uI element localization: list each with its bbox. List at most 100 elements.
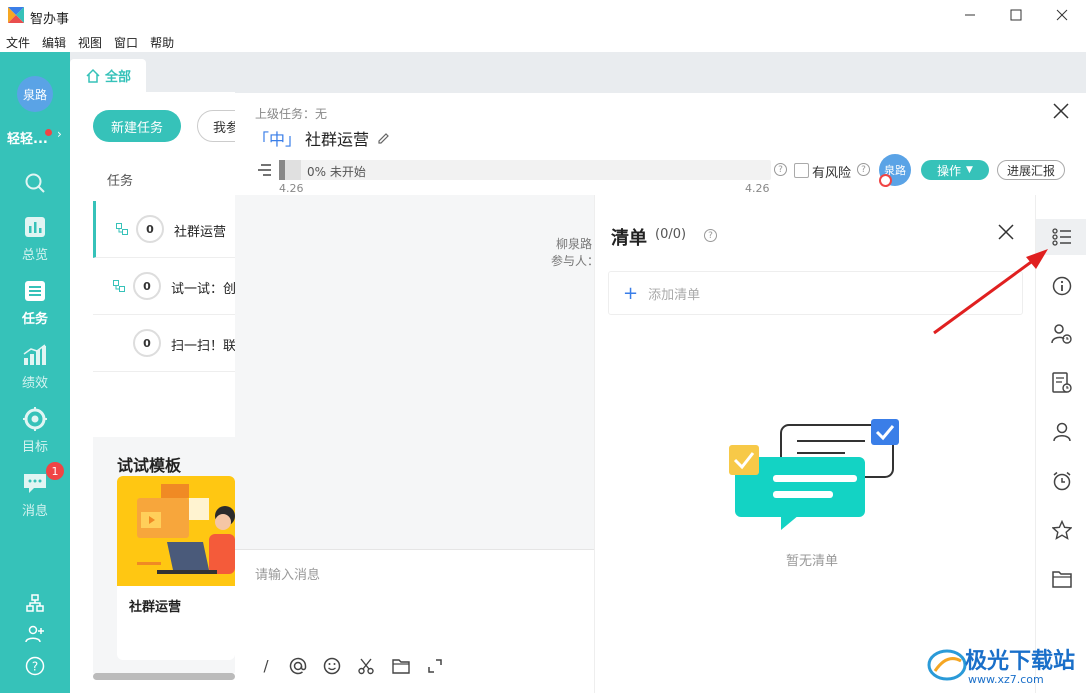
menu-edit[interactable]: 编辑 (42, 34, 66, 51)
task-status-circle[interactable]: 0 (133, 329, 161, 357)
template-section-title: 试试模板 (117, 456, 182, 475)
progress-text: 0% 未开始 (307, 165, 366, 179)
new-task-button[interactable]: 新建任务 (93, 110, 181, 142)
username[interactable]: 轻轻... (7, 128, 48, 147)
sidebar-member-button[interactable] (1036, 414, 1086, 450)
subtask-icon (116, 223, 128, 235)
org-chart-icon[interactable] (24, 592, 46, 614)
nav-performance-label: 绩效 (21, 376, 48, 391)
task-detail-title: 「中」 社群运营 (253, 126, 390, 150)
checklist-help-icon[interactable]: ? (704, 229, 717, 242)
list-icon (22, 278, 48, 304)
nav-messages[interactable]: 消息 1 (0, 462, 70, 519)
risk-label: 有风险 (812, 166, 852, 181)
parent-task-label: 上级任务：无 (255, 107, 328, 121)
task-name[interactable]: 社群运营 (305, 126, 369, 150)
operations-button[interactable]: 操作 ▼ (921, 160, 989, 180)
folder-icon[interactable] (390, 655, 412, 677)
progress-report-button[interactable]: 进展汇报 (997, 160, 1065, 180)
sidebar-reminder-button[interactable] (1036, 463, 1086, 499)
slash-command-icon[interactable]: / (255, 655, 277, 677)
menu-help[interactable]: 帮助 (150, 34, 174, 51)
end-date[interactable]: 4.26 (745, 182, 770, 195)
menu-window[interactable]: 窗口 (114, 34, 138, 51)
star-icon (1051, 520, 1072, 540)
progress-help-icon[interactable]: ? (774, 163, 787, 176)
priority-label[interactable]: 「中」 (253, 126, 301, 150)
template-card-name: 社群运营 (129, 600, 182, 615)
task-row[interactable]: 0 试一试：创 (93, 258, 236, 315)
close-icon (998, 224, 1014, 240)
empty-checklist-illustration (729, 419, 899, 530)
mention-icon[interactable] (287, 655, 309, 677)
template-illustration (117, 476, 235, 586)
menu-view[interactable]: 视图 (78, 34, 102, 51)
start-date[interactable]: 4.26 (279, 182, 304, 195)
annotation-arrow (933, 249, 1048, 335)
message-input[interactable]: 请输入消息 (255, 564, 320, 583)
template-card[interactable]: 社群运营 (117, 476, 235, 660)
chart-icon (22, 214, 48, 240)
bar-growth-icon (22, 342, 48, 368)
horizontal-scrollbar[interactable] (93, 673, 235, 680)
nav-performance[interactable]: 绩效 (0, 342, 70, 391)
expand-icon[interactable] (424, 655, 446, 677)
sidebar-log-button[interactable] (1036, 365, 1086, 401)
progress-sort-icon[interactable] (257, 163, 273, 177)
add-checklist-placeholder: 添加清单 (648, 287, 701, 303)
scissors-icon[interactable] (355, 655, 377, 677)
close-detail-button[interactable] (1049, 99, 1073, 123)
nav-overview-label: 总览 (21, 248, 48, 263)
info-icon (1052, 276, 1071, 296)
participant-line: 参与人： (551, 254, 600, 268)
risk-help-icon[interactable]: ? (857, 163, 870, 176)
task-row[interactable]: 0 扫一扫！联 (93, 315, 236, 372)
chevron-right-icon[interactable]: › (57, 127, 62, 141)
add-user-icon[interactable] (24, 623, 46, 645)
tab-all-label: 全部 (104, 70, 131, 85)
task-status-circle[interactable]: 0 (136, 215, 164, 243)
close-window-button[interactable] (1039, 0, 1085, 30)
checklist-count: (0/0) (655, 227, 687, 242)
avatar[interactable]: 泉路 (17, 76, 53, 112)
checklist-icon (1051, 228, 1071, 246)
nav-tasks-label: 任务 (21, 312, 48, 327)
emoji-icon[interactable] (321, 655, 343, 677)
task-status-circle[interactable]: 0 (133, 272, 161, 300)
progress-bar[interactable]: 0% 未开始 (279, 160, 771, 180)
nav-goals[interactable]: 目标 (0, 406, 70, 455)
home-icon (86, 68, 100, 83)
creator-line: 柳泉路 (556, 237, 593, 251)
progress-handle[interactable] (279, 160, 301, 180)
folder-icon (1051, 571, 1072, 588)
minimize-button[interactable] (947, 0, 993, 30)
minimize-icon (965, 14, 975, 16)
nav-tasks[interactable]: 任务 (0, 278, 70, 327)
help-icon[interactable]: ? (24, 655, 46, 677)
person-icon (1052, 422, 1071, 442)
maximize-button[interactable] (993, 0, 1039, 30)
assignee-status-icon (879, 174, 892, 187)
nav-search[interactable] (0, 170, 70, 196)
message-badge: 1 (46, 462, 64, 480)
tab-all[interactable]: 全部 (70, 59, 146, 92)
sidebar-favorite-button[interactable] (1036, 512, 1086, 548)
target-icon (22, 406, 48, 432)
alarm-icon (1053, 471, 1070, 491)
close-icon (1053, 103, 1069, 119)
nav-overview[interactable]: 总览 (0, 214, 70, 263)
maximize-icon (1010, 9, 1022, 21)
menu-file[interactable]: 文件 (6, 34, 30, 51)
task-row[interactable]: 0 社群运营 (93, 201, 235, 258)
activity-area (235, 195, 594, 549)
checklist-title: 清单 (611, 228, 647, 249)
edit-icon[interactable] (377, 132, 390, 145)
left-rail: 泉路 轻轻... › 总览 任务 绩效 目标 消息 1 ? (0, 52, 70, 693)
user-clock-icon (1050, 324, 1072, 344)
risk-checkbox[interactable] (794, 163, 809, 178)
nav-messages-label: 消息 (21, 504, 48, 519)
app-logo-icon (8, 7, 24, 23)
close-checklist-button[interactable] (995, 221, 1017, 243)
window-title: 智办事 (30, 12, 70, 27)
sidebar-files-button[interactable] (1036, 561, 1086, 597)
